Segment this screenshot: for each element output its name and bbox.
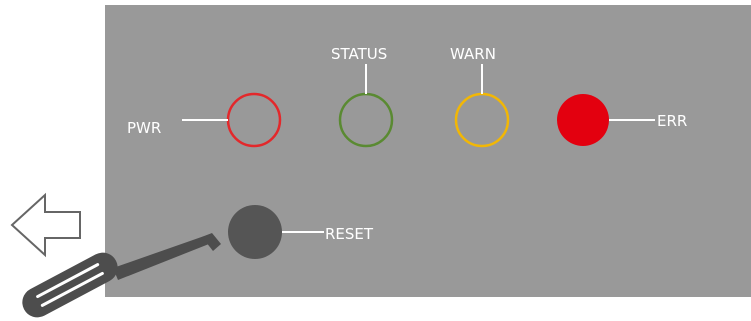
status-label: STATUS xyxy=(331,45,387,63)
device-panel-diagram: PWR STATUS WARN ERR RESET xyxy=(10,5,751,318)
reset-button[interactable] xyxy=(228,205,282,259)
err-label: ERR xyxy=(657,112,687,130)
pwr-label: PWR xyxy=(127,119,161,137)
reset-label: RESET xyxy=(325,225,374,243)
err-led-lit xyxy=(557,94,609,146)
front-panel xyxy=(105,5,751,297)
arrow-left-icon xyxy=(10,192,81,258)
warn-label: WARN xyxy=(450,45,496,63)
